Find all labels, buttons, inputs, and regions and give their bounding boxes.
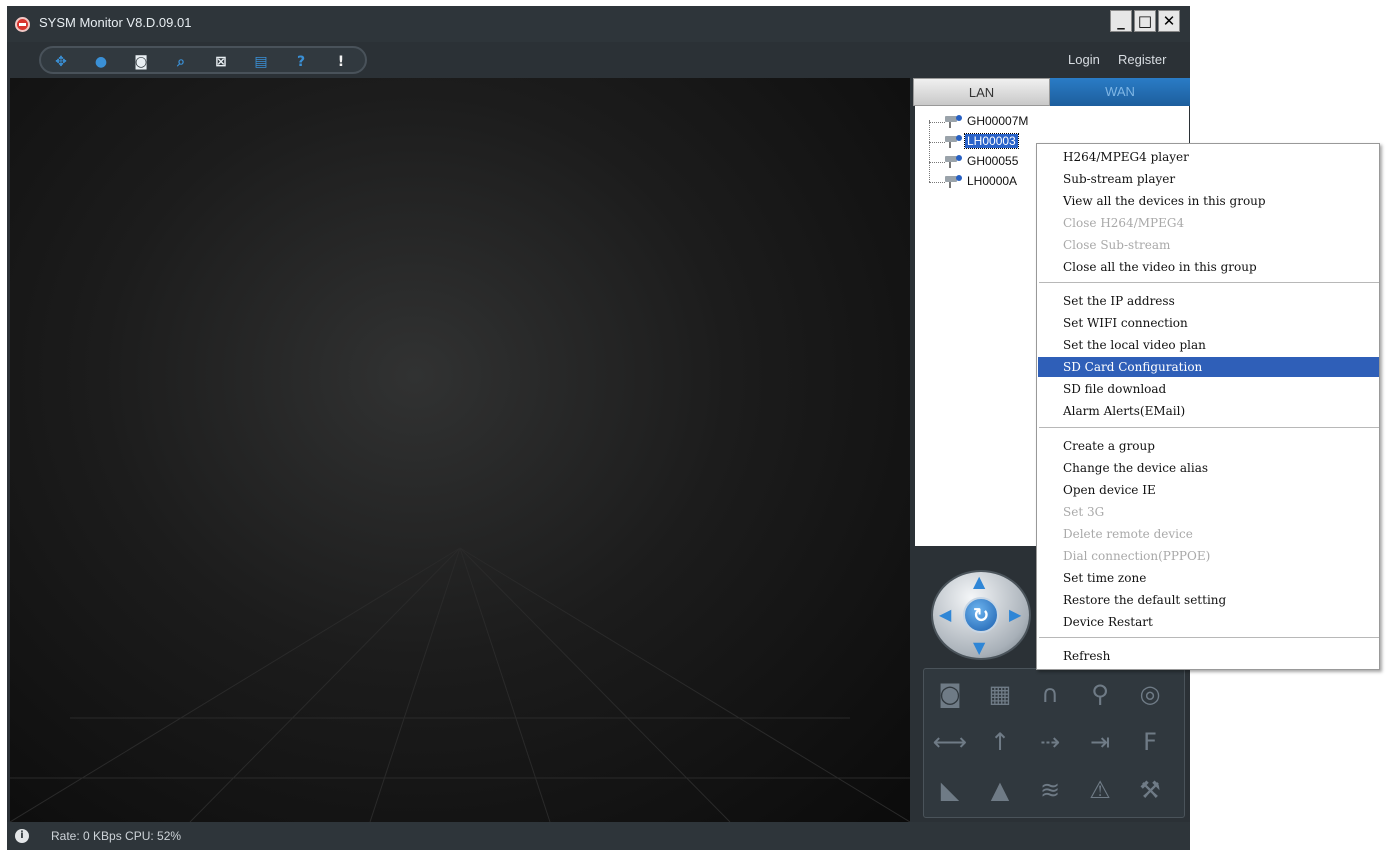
device-label[interactable]: GH00007M [967,114,1028,128]
menu-item-time-zone[interactable]: Set time zone [1038,568,1379,588]
microphone-icon[interactable]: ⚲ [1080,677,1120,711]
snapshot-icon[interactable]: ◙ [133,54,149,70]
camera-icon [945,114,963,128]
enter-icon[interactable]: ⇥ [1080,725,1120,759]
camera-icon [945,134,963,148]
device-label-selected[interactable]: LH00003 [964,133,1019,149]
register-link[interactable]: Register [1118,52,1166,67]
toolbar: ✥ ● ◙ ⌕ ⊠ ▤ ? ! [7,42,1190,78]
menu-item-substream-player[interactable]: Sub-stream player [1038,169,1379,189]
menu-item-refresh[interactable]: Refresh [1038,646,1379,666]
menu-item-close-h264[interactable]: Close H264/MPEG4 [1038,213,1379,233]
settings-wrench-icon[interactable]: ⚒ [1130,773,1170,807]
ptz-control: ▲ ▼ ◀ ▶ ↻ [931,570,1031,664]
menu-item-h264-player[interactable]: H264/MPEG4 player [1038,147,1379,167]
video-floor-grid [10,547,910,822]
headphones-icon[interactable]: ∩ [1030,677,1070,711]
menu-item-create-group[interactable]: Create a group [1038,436,1379,456]
info-icon: i [15,829,29,843]
lock-icon[interactable]: ⊠ [213,54,229,70]
search-icon[interactable]: ⌕ [173,54,189,70]
menu-item-set-ip[interactable]: Set the IP address [1038,291,1379,311]
tab-wan[interactable]: WAN [1050,78,1190,106]
menu-item-close-all-video[interactable]: Close all the video in this group [1038,257,1379,277]
menu-item-alarm-alerts[interactable]: Alarm Alerts(EMail) [1038,401,1379,421]
device-label[interactable]: GH00055 [967,154,1018,168]
menu-item-set-wifi[interactable]: Set WIFI connection [1038,313,1379,333]
network-tabs: LAN WAN [913,78,1190,106]
menu-item-delete-remote[interactable]: Delete remote device [1038,524,1379,544]
menu-item-view-all-devices[interactable]: View all the devices in this group [1038,191,1379,211]
app-logo-icon [15,17,30,32]
wifi-icon[interactable]: ≋ [1030,773,1070,807]
toolbar-group: ✥ ● ◙ ⌕ ⊠ ▤ ? ! [39,46,367,74]
arrow-up-icon[interactable]: ↑ [980,725,1020,759]
minimize-button[interactable]: _ [1110,10,1132,32]
menu-item-video-plan[interactable]: Set the local video plan [1038,335,1379,355]
menu-item-set-3g[interactable]: Set 3G [1038,502,1379,522]
snapshot-icon[interactable]: ◙ [930,677,970,711]
horizontal-patrol-icon[interactable]: ◣ [930,773,970,807]
camera-icon [945,174,963,188]
ptz-left-icon[interactable]: ◀ [939,607,951,623]
camera-icon [945,154,963,168]
video-viewport[interactable] [10,78,910,822]
status-text: Rate: 0 KBps CPU: 52% [51,829,182,843]
menu-item-sd-card-config[interactable]: SD Card Configuration [1038,357,1379,377]
window-title: SYSM Monitor V8.D.09.01 [39,15,192,30]
help-icon[interactable]: ? [293,54,309,70]
status-bar: i Rate: 0 KBps CPU: 52% [7,822,1190,850]
title-bar[interactable]: SYSM Monitor V8.D.09.01 _ □ ✕ [7,6,1190,42]
menu-item-close-substream[interactable]: Close Sub-stream [1038,235,1379,255]
device-context-menu: H264/MPEG4 player Sub-stream player View… [1036,143,1380,670]
save-icon[interactable]: ▤ [253,54,269,70]
record-icon[interactable]: ● [93,54,109,70]
ptz-refresh-icon[interactable]: ↻ [963,597,999,633]
close-button[interactable]: ✕ [1158,10,1180,32]
menu-item-change-alias[interactable]: Change the device alias [1038,458,1379,478]
menu-separator [1039,282,1379,283]
disc-icon[interactable]: ◎ [1130,677,1170,711]
login-link[interactable]: Login [1068,52,1100,67]
arrow-left-right-icon[interactable]: ⟷ [930,725,970,759]
maximize-button[interactable]: □ [1134,10,1156,32]
ptz-right-icon[interactable]: ▶ [1009,607,1021,623]
control-panel: ◙ ▦ ∩ ⚲ ◎ ⟷ ↑ ⇢ ⇥ F ◣ ▲ ≋ ⚠ ⚒ [923,668,1185,818]
menu-item-open-ie[interactable]: Open device IE [1038,480,1379,500]
about-icon[interactable]: ! [333,54,349,70]
device-node[interactable]: GH00007M [929,112,1089,132]
device-label[interactable]: LH0000A [967,174,1017,188]
app-window: SYSM Monitor V8.D.09.01 _ □ ✕ ✥ ● ◙ ⌕ ⊠ … [7,6,1190,850]
vertical-patrol-icon[interactable]: ▲ [980,773,1020,807]
menu-item-device-restart[interactable]: Device Restart [1038,612,1379,632]
menu-item-dial-pppoe[interactable]: Dial connection(PPPOE) [1038,546,1379,566]
alarm-icon[interactable]: ⚠ [1080,773,1120,807]
menu-item-sd-download[interactable]: SD file download [1038,379,1379,399]
tab-lan[interactable]: LAN [913,78,1050,106]
ptz-up-icon[interactable]: ▲ [973,574,985,590]
menu-separator [1039,427,1379,428]
record-icon[interactable]: ▦ [980,677,1020,711]
ptz-down-icon[interactable]: ▼ [973,640,985,656]
flag-icon[interactable]: F [1130,725,1170,759]
arrow-right-icon[interactable]: ⇢ [1030,725,1070,759]
menu-item-restore-default[interactable]: Restore the default setting [1038,590,1379,610]
layout-icon[interactable]: ✥ [53,54,69,70]
menu-separator [1039,637,1379,638]
